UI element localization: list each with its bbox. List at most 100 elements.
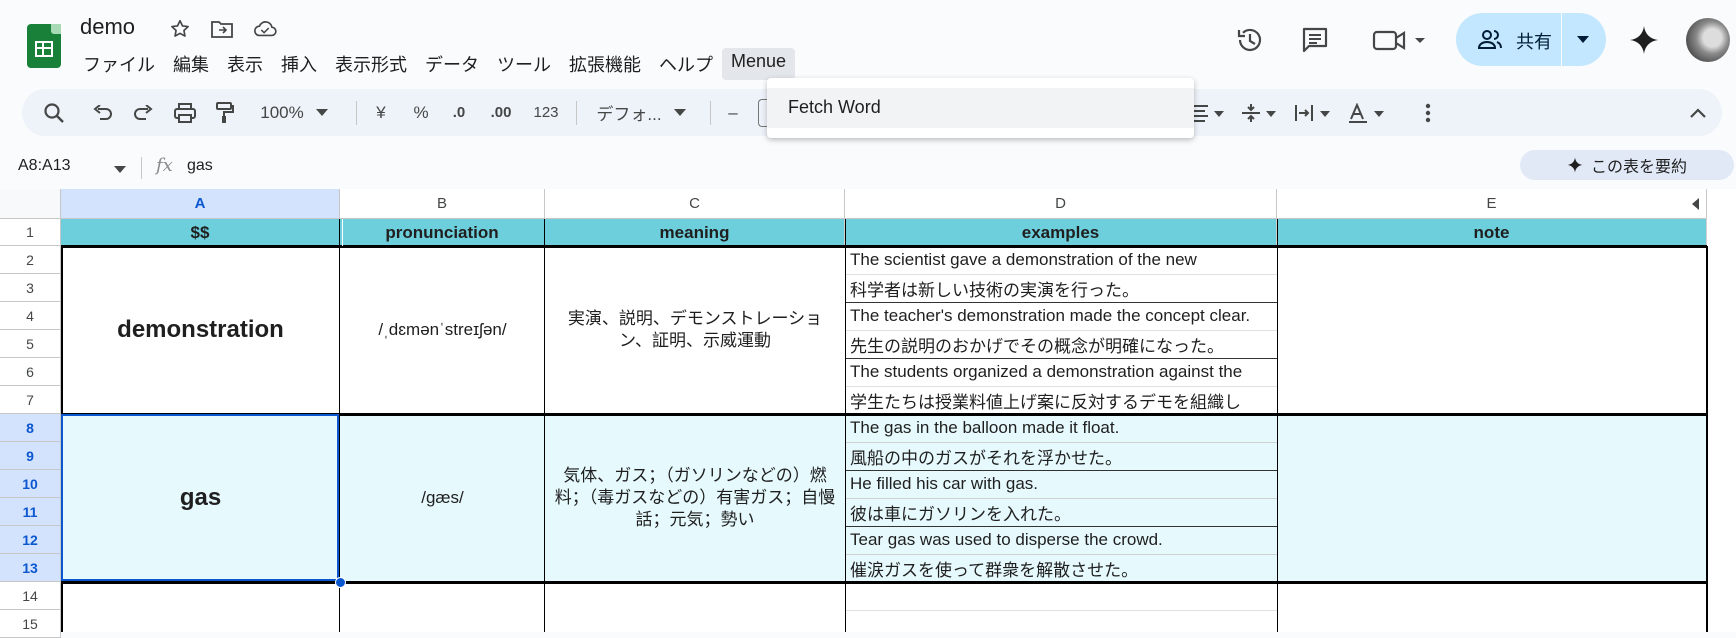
zoom-dropdown-icon[interactable] <box>312 89 332 136</box>
column-header-d[interactable]: D <box>845 189 1277 219</box>
font-select[interactable]: デフォ... <box>590 89 668 136</box>
spreadsheet-grid: A B C D E 1 2 3 4 5 6 7 8 9 10 11 12 13 … <box>0 189 1736 638</box>
example-cell[interactable]: 学生たちは授業料値上げ案に反対するデモを組織し <box>845 386 1277 414</box>
share-label: 共有 <box>1516 32 1552 52</box>
row-header[interactable]: 3 <box>0 274 61 302</box>
text-wrapping-icon[interactable] <box>1294 89 1334 136</box>
cloud-saved-icon[interactable] <box>253 17 277 41</box>
row-header[interactable]: 13 <box>0 554 61 582</box>
fill-handle[interactable] <box>335 577 346 588</box>
row-header[interactable]: 14 <box>0 582 61 610</box>
row-header[interactable]: 15 <box>0 610 61 638</box>
menu-data[interactable]: データ <box>416 48 488 80</box>
example-cell[interactable]: The scientist gave a demonstration of th… <box>845 246 1277 274</box>
meaning-cell[interactable]: 実演、説明、デモンストレーション、証明、示威運動 <box>545 246 845 414</box>
example-cell[interactable]: 科学者は新しい技術の実演を行った。 <box>845 274 1277 302</box>
column-header-a[interactable]: A <box>61 189 340 219</box>
move-folder-icon[interactable] <box>210 17 234 41</box>
row-header[interactable]: 12 <box>0 526 61 554</box>
header-cell-pronunciation[interactable]: pronunciation <box>340 219 545 246</box>
redo-icon[interactable] <box>128 89 158 136</box>
example-cell[interactable]: The students organized a demonstration a… <box>845 358 1277 386</box>
column-header-b[interactable]: B <box>340 189 545 219</box>
row-header[interactable]: 1 <box>0 219 61 246</box>
example-cell[interactable]: Tear gas was used to disperse the crowd. <box>845 526 1277 554</box>
header-cell-examples[interactable]: examples <box>845 219 1277 246</box>
name-box-dropdown-icon[interactable] <box>114 161 126 179</box>
row-header[interactable]: 4 <box>0 302 61 330</box>
zoom-select[interactable]: 100% <box>252 89 312 136</box>
select-all-corner[interactable] <box>0 189 61 219</box>
example-cell[interactable]: He filled his car with gas. <box>845 470 1277 498</box>
menu-extensions[interactable]: 拡張機能 <box>560 48 650 80</box>
menu-tools[interactable]: ツール <box>488 48 560 80</box>
meet-video-icon[interactable] <box>1370 24 1430 56</box>
more-options-icon[interactable] <box>1418 89 1438 136</box>
row-header[interactable]: 6 <box>0 358 61 386</box>
increase-decimal-button[interactable]: .00 <box>484 89 518 136</box>
summarize-label: この表を要約 <box>1590 159 1687 176</box>
currency-format-button[interactable]: ¥ <box>368 89 394 136</box>
undo-icon[interactable] <box>88 89 118 136</box>
horizontal-align-icon[interactable] <box>1188 89 1228 136</box>
note-cell[interactable] <box>1277 246 1707 414</box>
menu-edit[interactable]: 編集 <box>164 48 218 80</box>
header-cell-word[interactable]: $$ <box>61 219 340 246</box>
paint-format-icon[interactable] <box>210 89 240 136</box>
fetch-word-label: Fetch Word <box>788 97 881 117</box>
name-box[interactable]: A8:A13 <box>18 157 70 175</box>
example-cell[interactable]: 先生の説明のおかげでその概念が明確になった。 <box>845 330 1277 358</box>
column-header-e[interactable]: E <box>1277 189 1707 219</box>
row-header[interactable]: 7 <box>0 386 61 414</box>
sheets-logo[interactable] <box>27 24 61 68</box>
pronunciation-cell[interactable]: /gæs/ <box>340 414 545 582</box>
menu-item-fetch-word[interactable]: Fetch Word <box>767 88 1194 128</box>
header-cell-meaning[interactable]: meaning <box>545 219 845 246</box>
row-header[interactable]: 5 <box>0 330 61 358</box>
collapse-toolbar-icon[interactable] <box>1686 89 1710 136</box>
row-header[interactable]: 2 <box>0 246 61 274</box>
menu-bar: ファイル 編集 表示 挿入 表示形式 データ ツール 拡張機能 ヘルプ Menu… <box>74 48 796 80</box>
comments-icon[interactable] <box>1299 24 1331 56</box>
row-header[interactable]: 9 <box>0 442 61 470</box>
document-title[interactable]: demo <box>80 14 135 40</box>
example-cell[interactable]: 風船の中のガスがそれを浮かせた。 <box>845 442 1277 470</box>
menu-insert[interactable]: 挿入 <box>272 48 326 80</box>
row-header[interactable]: 8 <box>0 414 61 442</box>
gemini-sparkle-icon[interactable] <box>1626 22 1662 58</box>
example-cell[interactable]: The gas in the balloon made it float. <box>845 414 1277 442</box>
decrease-decimal-button[interactable]: .0 <box>444 89 474 136</box>
percent-format-button[interactable]: % <box>408 89 434 136</box>
meaning-cell[interactable]: 気体、ガス；（ガソリンなどの）燃料；（毒ガスなどの）有害ガス；自慢話；元気；勢い <box>545 414 845 582</box>
menu-file[interactable]: ファイル <box>74 48 164 80</box>
menu-menue[interactable]: Menue <box>722 48 796 80</box>
share-button[interactable]: 共有 <box>1456 13 1606 66</box>
decrease-font-size-button[interactable]: – <box>722 89 744 136</box>
menu-help[interactable]: ヘルプ <box>650 48 722 80</box>
example-cell[interactable]: 彼は車にガソリンを入れた。 <box>845 498 1277 526</box>
word-cell[interactable]: demonstration <box>61 246 340 414</box>
menu-view[interactable]: 表示 <box>218 48 272 80</box>
example-cell[interactable]: 催涙ガスを使って群衆を解散させた。 <box>845 554 1277 582</box>
row-header[interactable]: 10 <box>0 470 61 498</box>
summarize-table-button[interactable]: この表を要約 <box>1520 150 1734 180</box>
menu-format[interactable]: 表示形式 <box>326 48 416 80</box>
print-icon[interactable] <box>170 89 200 136</box>
pronunciation-cell[interactable]: /ˌdɛmənˈstreɪʃən/ <box>340 246 545 414</box>
text-rotation-icon[interactable] <box>1348 89 1388 136</box>
scroll-columns-icon[interactable] <box>1692 197 1700 215</box>
row-header[interactable]: 11 <box>0 498 61 526</box>
avatar[interactable] <box>1686 18 1730 62</box>
vertical-align-icon[interactable] <box>1240 89 1280 136</box>
font-dropdown-icon[interactable] <box>670 89 690 136</box>
star-icon[interactable] <box>168 17 192 41</box>
more-formats-button[interactable]: 123 <box>528 89 564 136</box>
version-history-icon[interactable] <box>1234 24 1266 56</box>
header-cell-note[interactable]: note <box>1277 219 1707 246</box>
formula-input[interactable]: gas <box>187 157 213 175</box>
search-menus-icon[interactable] <box>38 89 70 136</box>
column-header-c[interactable]: C <box>545 189 845 219</box>
selection-range <box>61 414 339 581</box>
note-cell[interactable] <box>1277 414 1707 582</box>
example-cell[interactable]: The teacher's demonstration made the con… <box>845 302 1277 330</box>
